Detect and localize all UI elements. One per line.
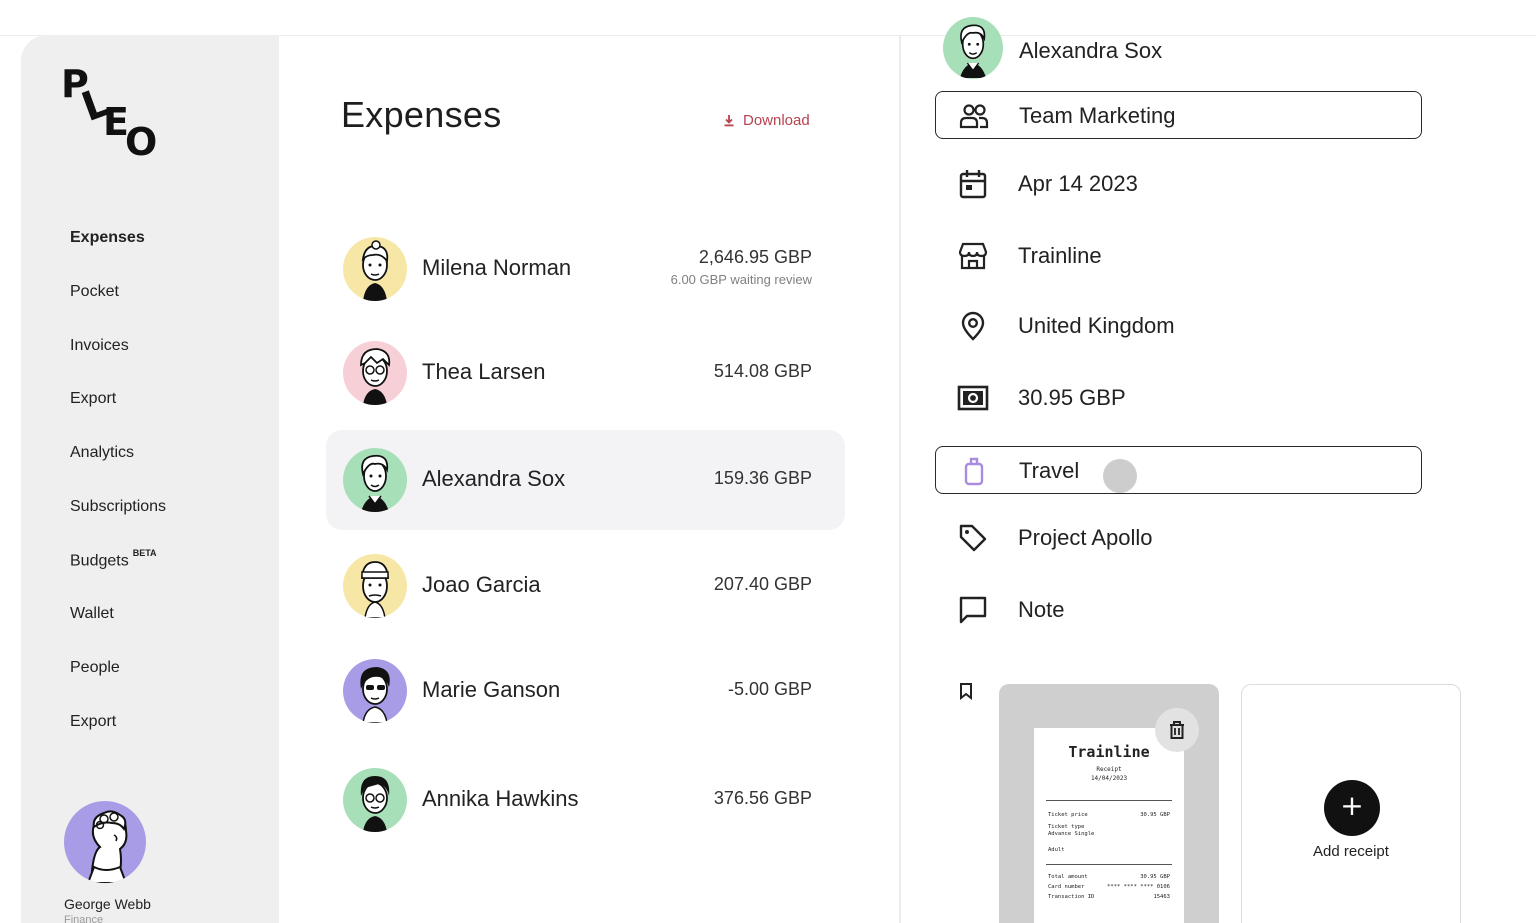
employee-name: Annika Hawkins	[422, 786, 579, 811]
avatar	[343, 237, 407, 301]
receipt-icon	[958, 682, 974, 705]
amount-field[interactable]: 30.95 GBP	[935, 374, 1422, 422]
pointer-cursor	[1103, 459, 1137, 493]
employee-name: Marie Ganson	[422, 677, 561, 702]
receipt-line-label: Ticket price	[1048, 812, 1088, 818]
receipt-line-value: 15463	[1153, 894, 1170, 900]
receipt-line-value: 30.95 GBP	[1140, 812, 1170, 818]
cash-icon	[957, 384, 989, 412]
expense-row-thea-larsen[interactable]: Thea Larsen 514.08 GBP	[326, 323, 845, 423]
employee-name: Joao Garcia	[422, 572, 541, 597]
sidebar-item-subscriptions[interactable]: Subscriptions	[70, 498, 166, 516]
sidebar: P L E O Expenses Pocket Invoices Export …	[21, 35, 279, 923]
expense-amount: 2,646.95 GBP	[698, 247, 812, 267]
sidebar-item-export-2[interactable]: Export	[70, 713, 116, 731]
expense-row-milena-norman[interactable]: Milena Norman 2,646.95 GBP 6.00 GBP wait…	[326, 219, 845, 319]
store-icon	[957, 242, 989, 270]
date-label: Apr 14 2023	[1018, 171, 1138, 196]
beta-badge: BETA	[132, 548, 157, 558]
sidebar-item-invoices[interactable]: Invoices	[70, 337, 129, 355]
avatar	[343, 768, 407, 832]
receipt-date: 14/04/2023	[1090, 775, 1128, 782]
avatar	[343, 554, 407, 618]
receipt-line-label: Adult	[1048, 847, 1065, 853]
expense-row-joao-garcia[interactable]: Joao Garcia 207.40 GBP	[326, 536, 845, 636]
receipt-thumbnail[interactable]: Trainline Receipt 14/04/2023 Ticket pric…	[999, 684, 1219, 923]
sidebar-item-analytics[interactable]: Analytics	[70, 444, 134, 462]
tag-icon	[957, 524, 989, 552]
panel-divider	[899, 36, 901, 923]
receipt-line-label: Total amount	[1048, 874, 1088, 880]
page-title: Expenses	[341, 94, 502, 135]
expense-list-panel: Expenses Download Milena Norman 2,646.95…	[279, 36, 899, 923]
tag-label: Project Apollo	[1018, 525, 1153, 550]
receipt-separator	[1046, 864, 1172, 865]
detail-employee-name: Alexandra Sox	[1019, 38, 1163, 63]
plus-icon[interactable]: +	[1324, 780, 1380, 836]
expense-amount: 159.36 GBP	[713, 468, 812, 488]
category-label: Travel	[1019, 458, 1080, 483]
sidebar-item-expenses[interactable]: Expenses	[70, 229, 145, 247]
expense-amount: 514.08 GBP	[713, 361, 812, 381]
receipt-line-label: Card number	[1048, 884, 1085, 890]
category-field[interactable]: Travel	[935, 446, 1422, 494]
tag-field[interactable]: Project Apollo	[935, 514, 1422, 562]
receipt-line-label: Ticket type	[1048, 824, 1085, 830]
download-button[interactable]: Download	[723, 112, 810, 129]
receipt-separator	[1046, 800, 1172, 801]
user-name: George Webb	[64, 896, 151, 912]
user-role: Finance	[64, 914, 104, 923]
expense-row-marie-ganson[interactable]: Marie Ganson -5.00 GBP	[326, 641, 845, 741]
expense-amount: 207.40 GBP	[713, 574, 812, 594]
add-receipt-card[interactable]: + Add receipt	[1241, 684, 1461, 923]
note-field[interactable]: Note	[935, 586, 1422, 634]
calendar-icon	[957, 170, 989, 199]
note-icon	[957, 596, 989, 624]
avatar	[343, 341, 407, 405]
trash-icon	[1170, 721, 1184, 739]
delete-receipt-button[interactable]	[1155, 708, 1199, 752]
employee-name: Alexandra Sox	[422, 466, 566, 491]
receipt-heading: Receipt	[1096, 766, 1122, 773]
country-field[interactable]: United Kingdom	[935, 302, 1422, 350]
detail-avatar	[943, 17, 1003, 79]
receipt-line-value: **** **** **** 0106	[1107, 884, 1170, 890]
merchant-label: Trainline	[1018, 243, 1102, 268]
add-receipt-label: Add receipt	[1313, 843, 1389, 860]
waiting-review-note: 6.00 GBP waiting review	[670, 272, 812, 287]
location-pin-icon	[957, 311, 989, 341]
luggage-icon	[958, 457, 990, 486]
expense-amount: 376.56 GBP	[713, 788, 812, 808]
avatar	[343, 659, 407, 723]
avatar	[343, 448, 407, 512]
receipt-image: Trainline Receipt 14/04/2023 Ticket pric…	[1034, 728, 1184, 923]
user-avatar[interactable]	[64, 801, 146, 883]
note-label: Note	[1018, 597, 1065, 622]
sidebar-item-wallet[interactable]: Wallet	[70, 605, 114, 623]
receipt-line-label: Transaction ID	[1048, 894, 1095, 900]
team-field[interactable]: Team Marketing	[935, 91, 1422, 139]
receipt-line-value: 30.95 GBP	[1140, 874, 1170, 880]
pleo-logo[interactable]: P L E O	[61, 65, 161, 161]
sidebar-item-people[interactable]: People	[70, 659, 120, 677]
date-field[interactable]: Apr 14 2023	[935, 160, 1422, 208]
team-label: Team Marketing	[1019, 103, 1176, 128]
expense-row-annika-hawkins[interactable]: Annika Hawkins 376.56 GBP	[326, 750, 845, 850]
sidebar-item-pocket[interactable]: Pocket	[70, 283, 119, 301]
employee-name: Milena Norman	[422, 255, 572, 280]
sidebar-item-export[interactable]: Export	[70, 390, 116, 408]
amount-label: 30.95 GBP	[1018, 385, 1126, 410]
country-label: United Kingdom	[1018, 313, 1175, 338]
employee-name: Thea Larsen	[422, 359, 546, 384]
sidebar-item-budgets[interactable]: Budgets BETA	[70, 548, 157, 570]
receipt-line-label: Advance Single	[1048, 831, 1095, 837]
expense-row-alexandra-sox[interactable]: Alexandra Sox 159.36 GBP	[326, 430, 845, 530]
expense-amount: -5.00 GBP	[727, 679, 812, 699]
merchant-field[interactable]: Trainline	[935, 232, 1422, 280]
team-icon	[958, 102, 990, 130]
download-icon	[724, 115, 734, 127]
